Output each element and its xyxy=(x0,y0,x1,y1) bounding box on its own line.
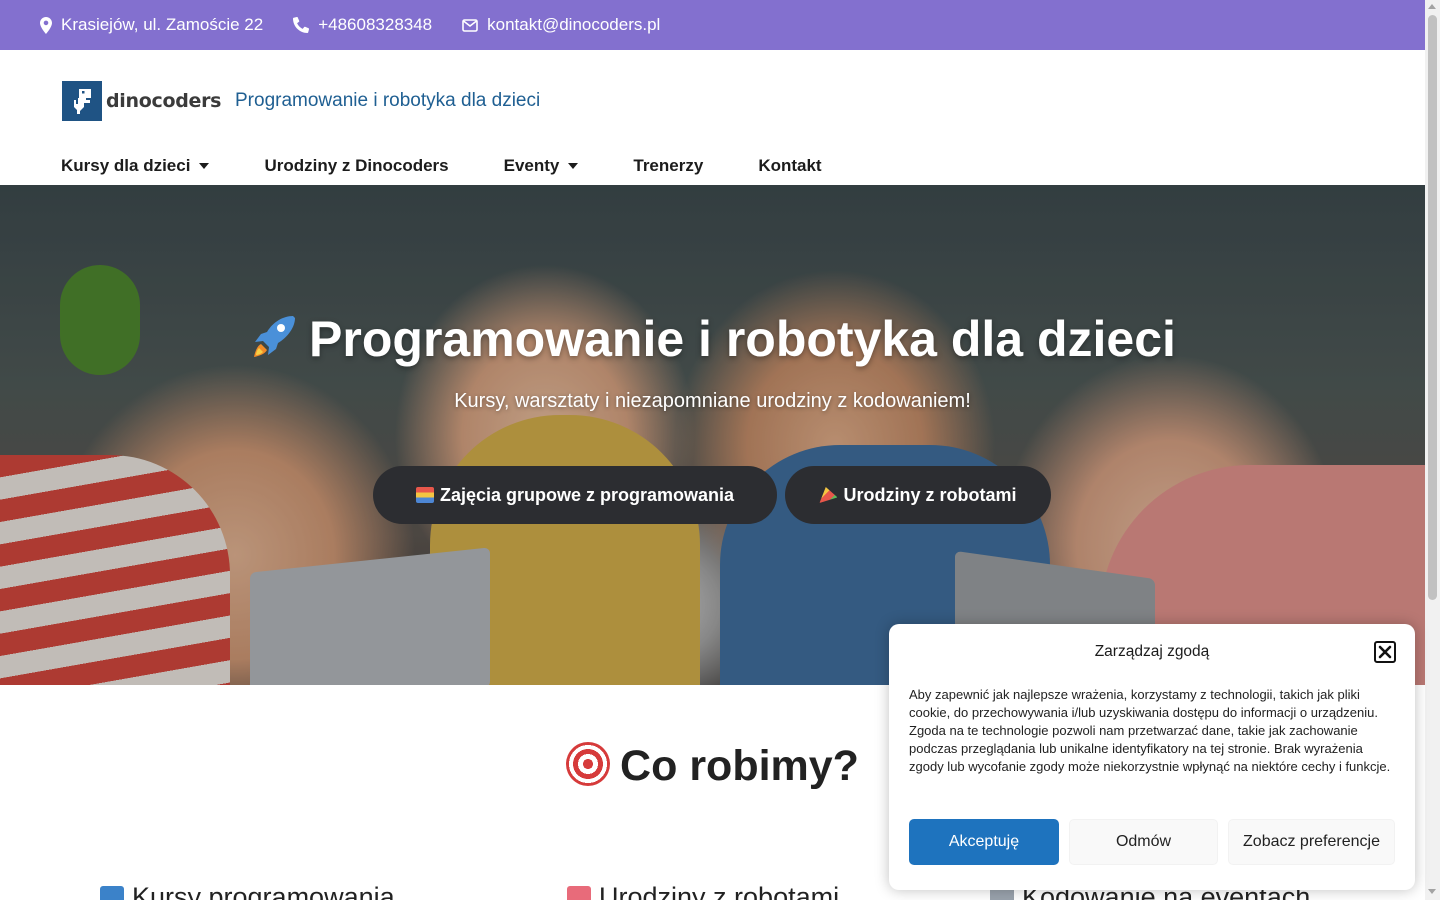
button-label: Urodziny z robotami xyxy=(843,484,1017,505)
consent-title: Zarządzaj zgodą xyxy=(1094,643,1210,660)
rocket-icon xyxy=(254,316,296,357)
nav-label: Urodziny z Dinocoders xyxy=(264,156,449,175)
address-text: Krasiejów, ul. Zamoście 22 xyxy=(61,15,264,34)
card-title-text: Kursy programowania xyxy=(132,882,395,900)
books-icon xyxy=(415,487,434,503)
nav-item-trainers[interactable]: Trenerzy xyxy=(633,156,703,176)
top-contact-bar: Krasiejów, ul. Zamoście 22 +48608328348 … xyxy=(0,0,1425,50)
laptop-icon xyxy=(100,886,124,900)
logo-text: dinocoders xyxy=(106,90,222,112)
map-pin-icon xyxy=(40,16,52,34)
party-popper-icon xyxy=(819,487,838,503)
phone-text[interactable]: +48608328348 xyxy=(318,15,432,35)
address-info: Krasiejów, ul. Zamoście 22 xyxy=(40,15,263,35)
nav-item-courses[interactable]: Kursy dla dzieci xyxy=(61,156,210,176)
email-info[interactable]: kontakt@dinocoders.pl xyxy=(462,15,660,35)
mail-icon xyxy=(462,18,478,32)
hero-section: Programowanie i robotyka dla dzieci Kurs… xyxy=(0,185,1425,685)
header-tagline: Programowanie i robotyka dla dzieci xyxy=(235,90,541,111)
page-scrollbar[interactable] xyxy=(1425,0,1440,900)
hero-title-text: Programowanie i robotyka dla dzieci xyxy=(309,311,1176,367)
nav-label: Eventy xyxy=(503,156,560,175)
scroll-down-arrow-icon[interactable] xyxy=(1428,889,1436,894)
card-title-courses: Kursy programowania xyxy=(100,882,395,900)
section-title-text: Co robimy? xyxy=(620,742,859,790)
birthday-robots-button[interactable]: Urodziny z robotami xyxy=(785,466,1051,524)
site-logo[interactable]: dinocoders xyxy=(62,81,221,121)
phone-icon xyxy=(293,17,310,33)
nav-item-events[interactable]: Eventy xyxy=(504,156,579,176)
hero-subtitle: Kursy, warsztaty i niezapomniane urodzin… xyxy=(454,390,971,412)
deny-button[interactable]: Odmów xyxy=(1069,819,1218,865)
accept-button[interactable]: Akceptuję xyxy=(909,819,1059,865)
nav-label: Kontakt xyxy=(758,156,822,175)
nav-item-contact[interactable]: Kontakt xyxy=(758,156,821,176)
card-title-text: Urodziny z robotami xyxy=(599,882,840,900)
preferences-button[interactable]: Zobacz preferencje xyxy=(1228,819,1395,865)
close-icon[interactable] xyxy=(1374,641,1396,663)
nav-label: Trenerzy xyxy=(633,156,704,175)
birthday-cake-icon xyxy=(567,886,591,900)
card-title-birthday: Urodziny z robotami xyxy=(567,882,839,900)
hero-content: Programowanie i robotyka dla dzieci Kurs… xyxy=(0,185,1425,685)
nav-label: Kursy dla dzieci xyxy=(61,156,191,175)
scrollbar-thumb[interactable] xyxy=(1428,15,1437,600)
scroll-up-arrow-icon[interactable] xyxy=(1428,4,1436,9)
site-header: dinocoders Programowanie i robotyka dla … xyxy=(0,50,1425,185)
main-nav: Kursy dla dzieci Urodziny z Dinocoders E… xyxy=(61,156,877,176)
caret-down-icon xyxy=(199,163,210,169)
nav-item-birthday[interactable]: Urodziny z Dinocoders xyxy=(264,156,448,176)
phone-info[interactable]: +48608328348 xyxy=(293,15,432,35)
consent-body: Aby zapewnić jak najlepsze wrażenia, kor… xyxy=(909,687,1391,774)
target-icon xyxy=(566,742,611,786)
button-label: Zajęcia grupowe z programowania xyxy=(439,484,735,505)
dino-logo-icon xyxy=(62,81,102,121)
group-classes-button[interactable]: Zajęcia grupowe z programowania xyxy=(373,466,777,524)
cookie-consent-dialog: Zarządzaj zgodą Aby zapewnić jak najleps… xyxy=(889,624,1415,890)
email-text[interactable]: kontakt@dinocoders.pl xyxy=(487,15,660,35)
hero-title: Programowanie i robotyka dla dzieci xyxy=(0,310,1425,368)
caret-down-icon xyxy=(568,163,579,169)
